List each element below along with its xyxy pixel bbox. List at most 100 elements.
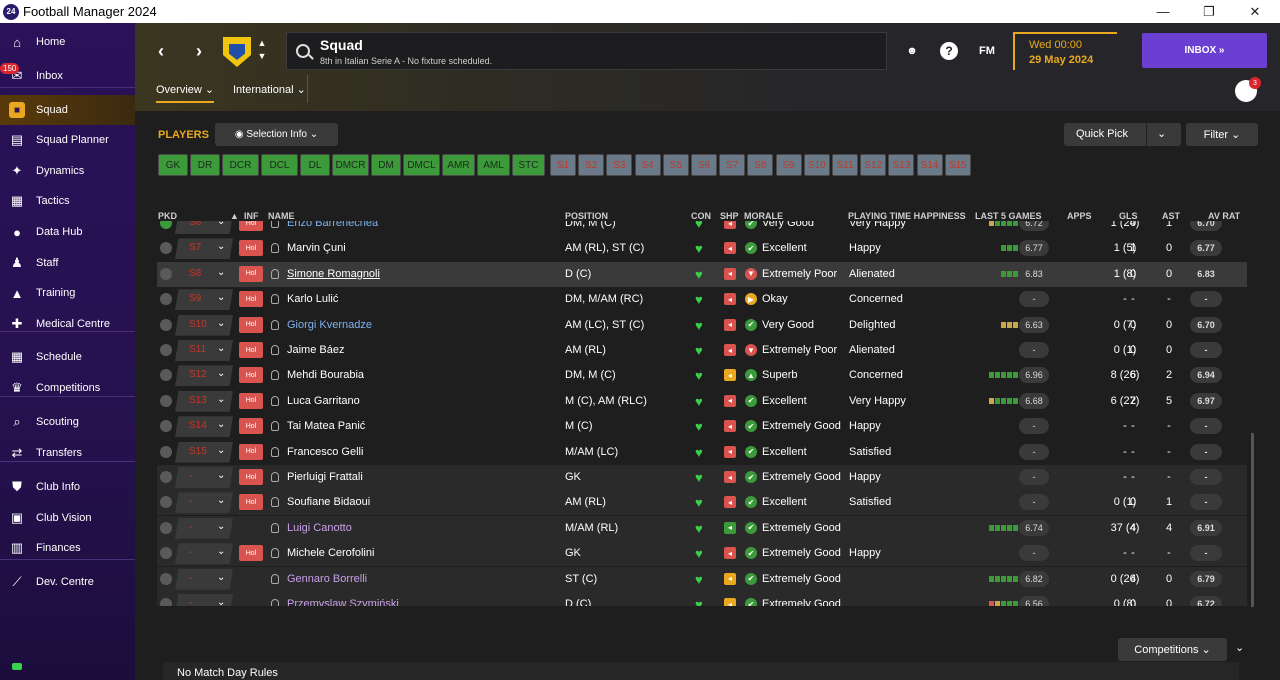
sidebar-item-home[interactable]: ⌂ Home [0, 27, 135, 57]
player-name[interactable]: Enzo Barrenechea [287, 221, 378, 229]
sidebar-item-dynamics[interactable]: ✦ Dynamics [0, 156, 135, 186]
sub-s13[interactable]: S13 [888, 154, 915, 176]
column-header[interactable]: MORALE [744, 211, 783, 221]
sidebar-item-tactics[interactable]: ▦ Tactics [0, 186, 135, 216]
select-checkbox[interactable] [160, 496, 172, 509]
table-row[interactable]: - ⌄ Hol Pierluigi Frattali GK ♥ ◂ ✔ Extremely Go… [157, 465, 1247, 490]
select-checkbox[interactable] [160, 221, 172, 229]
table-row[interactable]: S7 ⌄ Hol Marvin Çuni AM (RL), ST (C) ♥ ◂ ✔ Excel… [157, 236, 1247, 261]
sidebar-item-schedule[interactable]: ▦ Schedule [0, 342, 135, 372]
sub-s10[interactable]: S10 [803, 154, 830, 176]
pkd-selector[interactable]: - ⌄ [175, 568, 233, 590]
back-arrow-icon[interactable]: ‹ [151, 41, 171, 61]
sidebar-item-medical-centre[interactable]: ✚ Medical Centre [0, 309, 135, 339]
sidebar-item-competitions[interactable]: ♛ Competitions [0, 373, 135, 403]
chevron-down-icon[interactable]: ⌄ [217, 546, 225, 557]
club-crest-icon[interactable] [223, 37, 251, 67]
pkd-selector[interactable]: S6 ⌄ [175, 221, 233, 234]
column-header[interactable]: SHP [720, 211, 739, 221]
column-header[interactable]: PKD [158, 211, 177, 221]
pkd-selector[interactable]: - ⌄ [175, 543, 233, 565]
squad-table[interactable]: S6 ⌄ Hol Enzo Barrenechea DM, M (C) ♥ ◂ ✔ Very G… [157, 221, 1247, 606]
position-dmcl[interactable]: DMCL [403, 154, 440, 176]
chevron-down-icon[interactable]: ⌄ [217, 521, 225, 532]
position-dr[interactable]: DR [190, 154, 220, 176]
table-row[interactable]: S11 ⌄ Hol Jaime Báez AM (RL) ♥ ◂ ▼ Extremely Poo… [157, 338, 1247, 363]
column-header[interactable]: NAME [268, 211, 295, 221]
select-checkbox[interactable] [160, 547, 172, 560]
sub-s4[interactable]: S4 [634, 154, 661, 176]
competitions-button[interactable]: Competitions ⌄ [1118, 638, 1227, 661]
pkd-selector[interactable]: - ⌄ [175, 467, 233, 488]
table-row[interactable]: S8 ⌄ Hol Simone Romagnoli D (C) ♥ ◂ ▼ Extremely … [157, 261, 1247, 287]
chevron-down-icon[interactable]: ⌄ [217, 318, 225, 329]
pkd-selector[interactable]: S11 ⌄ [175, 340, 233, 361]
player-name[interactable]: Tai Matea Panić [287, 420, 365, 432]
chevron-down-icon[interactable]: ⌄ [217, 343, 225, 354]
chevron-down-icon[interactable]: ⌄ [217, 368, 225, 379]
select-checkbox[interactable] [160, 394, 172, 407]
column-header[interactable]: PLAYING TIME HAPPINESS [848, 211, 966, 221]
chevron-down-icon[interactable]: ⌄ [217, 394, 225, 405]
tab-overview[interactable]: Overview ⌄ [156, 83, 215, 103]
pkd-selector[interactable]: - ⌄ [175, 517, 233, 539]
sidebar-item-dev-centre[interactable]: ⟋ Dev. Centre [0, 567, 135, 597]
pkd-selector[interactable]: S7 ⌄ [175, 238, 233, 260]
table-row[interactable]: - ⌄ Gennaro Borrelli ST (C) ♥ ◂ ✔ Extremely Goo… [157, 566, 1247, 592]
player-name[interactable]: Pierluigi Frattali [287, 471, 363, 483]
chevron-down-icon[interactable]: ⌄ [217, 470, 225, 481]
pkd-selector[interactable]: S12 ⌄ [175, 365, 233, 387]
table-row[interactable]: S13 ⌄ Hol Luca Garritano M (C), AM (RLC) ♥ ◂ ✔ E… [157, 389, 1247, 414]
restore-icon[interactable]: ❐ [1186, 0, 1232, 23]
search-box[interactable]: Squad 8th in Italian Serie A - No fixtur… [286, 32, 887, 70]
quick-pick-button[interactable]: Quick Pick ⌄ [1064, 123, 1181, 146]
pkd-selector[interactable]: S9 ⌄ [175, 289, 233, 311]
position-amr[interactable]: AMR [442, 154, 475, 176]
table-row[interactable]: - ⌄ Luigi Canotto M/AM (RL) ♥ ◂ ✔ Extremely Goo… [157, 515, 1247, 541]
chevron-down-icon[interactable]: ⌄ [217, 572, 225, 583]
table-row[interactable]: S15 ⌄ Hol Francesco Gelli M/AM (LC) ♥ ◂ ✔ Excell… [157, 440, 1247, 465]
player-name[interactable]: Marvin Çuni [287, 242, 346, 254]
minimize-icon[interactable]: — [1140, 0, 1186, 23]
inbox-button[interactable]: INBOX » [1142, 33, 1267, 68]
select-checkbox[interactable] [160, 445, 172, 458]
select-checkbox[interactable] [160, 267, 172, 280]
scrollbar[interactable] [1251, 433, 1254, 607]
table-row[interactable]: S12 ⌄ Hol Mehdi Bourabia DM, M (C) ♥ ◂ ▲ Superb C… [157, 363, 1247, 388]
select-checkbox[interactable] [160, 471, 172, 483]
select-checkbox[interactable] [160, 318, 172, 331]
column-header[interactable]: APPS [1067, 211, 1092, 221]
player-name[interactable]: Giorgi Kvernadze [287, 319, 372, 331]
club-switch-icon[interactable]: ▲ ▼ [256, 37, 268, 65]
select-checkbox[interactable] [160, 521, 172, 534]
position-dm[interactable]: DM [371, 154, 401, 176]
sub-s8[interactable]: S8 [747, 154, 774, 176]
selection-info-button[interactable]: ◉ Selection Info ⌄ [215, 123, 338, 146]
player-name[interactable]: Luca Garritano [287, 395, 360, 407]
sidebar-item-club-vision[interactable]: ▣ Club Vision [0, 503, 135, 533]
position-dcr[interactable]: DCR [222, 154, 259, 176]
forward-arrow-icon[interactable]: › [189, 41, 209, 61]
manager-face-icon[interactable]: ☻ [903, 42, 921, 60]
sidebar-item-training[interactable]: ▲ Training [0, 278, 135, 308]
player-name[interactable]: Francesco Gelli [287, 446, 363, 458]
position-gk[interactable]: GK [158, 154, 188, 176]
chevron-down-icon[interactable]: ⌄ [217, 495, 225, 506]
chevron-down-icon[interactable]: ⌄ [217, 445, 225, 456]
sub-s12[interactable]: S12 [860, 154, 887, 176]
position-dmcr[interactable]: DMCR [332, 154, 369, 176]
sub-s14[interactable]: S14 [916, 154, 943, 176]
sidebar-item-squad-planner[interactable]: ▤ Squad Planner [0, 125, 135, 155]
pkd-selector[interactable]: - ⌄ [175, 594, 233, 606]
select-checkbox[interactable] [160, 293, 172, 306]
player-name[interactable]: Jaime Báez [287, 344, 344, 356]
chevron-down-icon[interactable]: ⌄ [1157, 127, 1166, 140]
chevron-down-icon[interactable]: ⌄ [1235, 641, 1244, 654]
player-name[interactable]: Karlo Lulić [287, 293, 338, 305]
pkd-selector[interactable]: S8 ⌄ [175, 263, 233, 285]
sub-s7[interactable]: S7 [719, 154, 746, 176]
column-header[interactable]: ▲ [230, 211, 239, 221]
close-icon[interactable]: ✕ [1232, 0, 1278, 23]
player-name[interactable]: Przemyslaw Szymiński [287, 598, 399, 606]
sidebar-item-squad[interactable]: ■ Squad [0, 95, 135, 125]
